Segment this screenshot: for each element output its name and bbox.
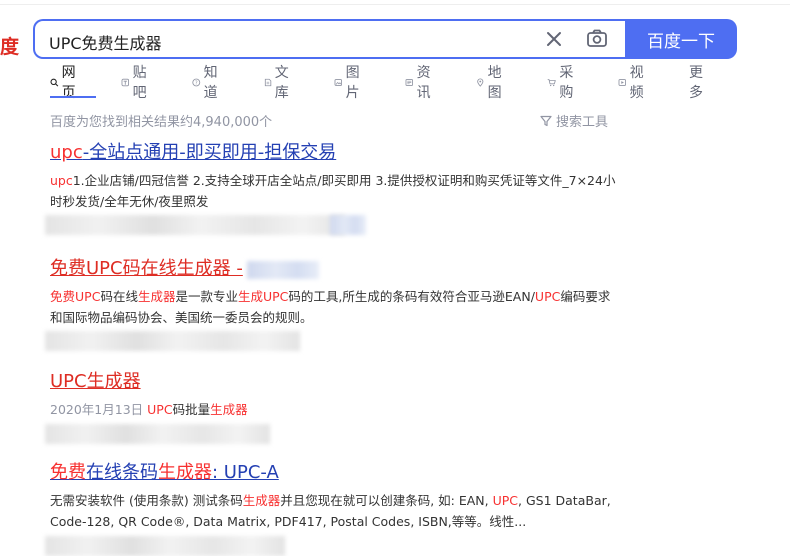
active-tab-indicator <box>50 96 96 98</box>
snippet-part: 生成器 <box>242 493 281 508</box>
search-tools-button[interactable]: 搜索工具 <box>540 111 608 130</box>
video-icon <box>618 78 627 86</box>
snippet-part: 免费 <box>50 289 76 304</box>
tab-map[interactable]: 地图 <box>476 65 506 101</box>
tab-zhidao[interactable]: ? 知道 <box>192 65 222 101</box>
map-icon <box>477 78 484 87</box>
result-title-link[interactable]: 免费在线条码生成器: UPC-A <box>50 461 620 485</box>
title-text: : UPC-A <box>212 462 279 483</box>
baidu-logo-fragment[interactable]: 度 <box>0 32 19 59</box>
result-snippet: 免费UPC码在线生成器是一款专业生成UPC码的工具,所生成的条码有效符合亚马逊E… <box>50 286 620 328</box>
tab-label: 地图 <box>487 65 502 101</box>
search-result: 免费在线条码生成器: UPC-A 无需安装软件 (使用条款) 测试条码生成器并且… <box>50 461 620 532</box>
title-text: 在线条码 <box>86 462 158 483</box>
title-highlight: 免费 <box>50 462 86 483</box>
search-box[interactable]: UPC免费生成器 <box>33 19 627 59</box>
snippet-part: UPC <box>534 289 561 304</box>
snippet-text: 码批量 <box>172 402 211 417</box>
top-divider <box>0 4 790 5</box>
snippet-part: 并且您现在就可以创建条码, 如: EAN, <box>280 493 493 508</box>
snippet-part: 生成 <box>237 289 263 304</box>
search-input[interactable]: UPC免费生成器 <box>49 30 162 54</box>
title-highlight: upc <box>50 142 83 163</box>
cart-icon <box>547 78 556 86</box>
snippet-part: UPC <box>75 289 101 304</box>
tab-label: 贴吧 <box>132 65 147 101</box>
tab-label: 更多 <box>689 65 703 101</box>
tab-tieba[interactable]: 贴吧 <box>121 65 151 101</box>
image-icon <box>334 78 343 86</box>
question-icon: ? <box>192 78 201 86</box>
title-highlight: 生成器 <box>158 462 212 483</box>
tab-label: 知道 <box>203 65 218 101</box>
title-text: UPC生成器 <box>50 371 141 392</box>
search-button[interactable]: 百度一下 <box>625 19 737 59</box>
clear-icon[interactable] <box>544 29 564 49</box>
search-result: upc-全站点通用-即买即用-担保交易 upc1.企业店铺/四冠信誉 2.支持全… <box>50 141 620 212</box>
tab-wenku[interactable]: 文库 <box>264 65 293 101</box>
title-text: -全站点通用-即买即用-担保交易 <box>82 142 337 163</box>
tab-news[interactable]: 资讯 <box>405 65 435 101</box>
search-result: 免费UPC码在线生成器 - 免费UPC码在线生成器是一款专业生成UPC码的工具,… <box>50 257 620 328</box>
camera-icon[interactable] <box>586 28 608 50</box>
news-icon <box>405 78 414 86</box>
tab-label: 文库 <box>274 65 289 101</box>
snippet-highlight: upc <box>50 173 73 188</box>
snippet-highlight: 生成器 <box>210 402 248 417</box>
search-tools-label: 搜索工具 <box>556 115 609 130</box>
result-title-link[interactable]: UPC生成器 <box>50 370 620 394</box>
tab-video[interactable]: 视频 <box>618 65 648 101</box>
tab-more[interactable]: 更多 <box>689 65 703 101</box>
snippet-part: 是一款专业 <box>175 289 238 304</box>
result-snippet: 2020年1月13日 UPC码批量生成器 <box>50 399 620 420</box>
snippet-highlight: UPC <box>147 402 173 417</box>
snippet-part: 无需安装软件 (使用条款) 测试条码 <box>50 493 243 508</box>
tab-label: 图片 <box>345 65 360 101</box>
blurred-source-link[interactable] <box>45 536 285 556</box>
snippet-part: 生成器 <box>137 289 176 304</box>
blurred-source-link[interactable] <box>45 331 300 351</box>
snippet-part: UPC <box>263 289 289 304</box>
tieba-icon <box>121 78 130 86</box>
blurred-source-link[interactable] <box>45 215 345 235</box>
tab-web[interactable]: 网页 <box>50 65 80 101</box>
tab-purchase[interactable]: 采购 <box>547 65 578 101</box>
snippet-part: UPC <box>492 493 519 508</box>
search-result: UPC生成器 2020年1月13日 UPC码批量生成器 <box>50 370 620 420</box>
tab-label: 资讯 <box>416 65 431 101</box>
blurred-source-link[interactable] <box>45 424 270 444</box>
result-snippet: 无需安装软件 (使用条款) 测试条码生成器并且您现在就可以创建条码, 如: EA… <box>50 490 620 532</box>
tab-label: 采购 <box>559 65 574 101</box>
title-text: 免费UPC码在线生成器 - <box>50 258 243 279</box>
result-title-link[interactable]: 免费UPC码在线生成器 - <box>50 257 620 281</box>
filter-icon <box>540 115 552 126</box>
result-title-link[interactable]: upc-全站点通用-即买即用-担保交易 <box>50 141 620 165</box>
document-icon <box>264 78 272 86</box>
result-date: 2020年1月13日 <box>50 402 144 417</box>
svg-text:?: ? <box>195 80 198 86</box>
result-count: 百度为您找到相关结果约4,940,000个 <box>50 115 273 130</box>
snippet-part: 码的工具,所生成的条码有效符合亚马逊EAN/ <box>288 289 535 304</box>
snippet-text: 1.企业店铺/四冠信誉 2.支持全球开店全站点/即买即用 3.提供授权证明和购买… <box>50 173 616 209</box>
snippet-part: 码在线 <box>100 289 138 304</box>
result-snippet: upc1.企业店铺/四冠信誉 2.支持全球开店全站点/即买即用 3.提供授权证明… <box>50 170 620 212</box>
tab-label: 视频 <box>629 65 644 101</box>
blurred-source-badge <box>330 215 366 235</box>
search-icon <box>50 78 59 86</box>
tab-images[interactable]: 图片 <box>334 65 364 101</box>
blurred-title-domain <box>247 261 319 279</box>
